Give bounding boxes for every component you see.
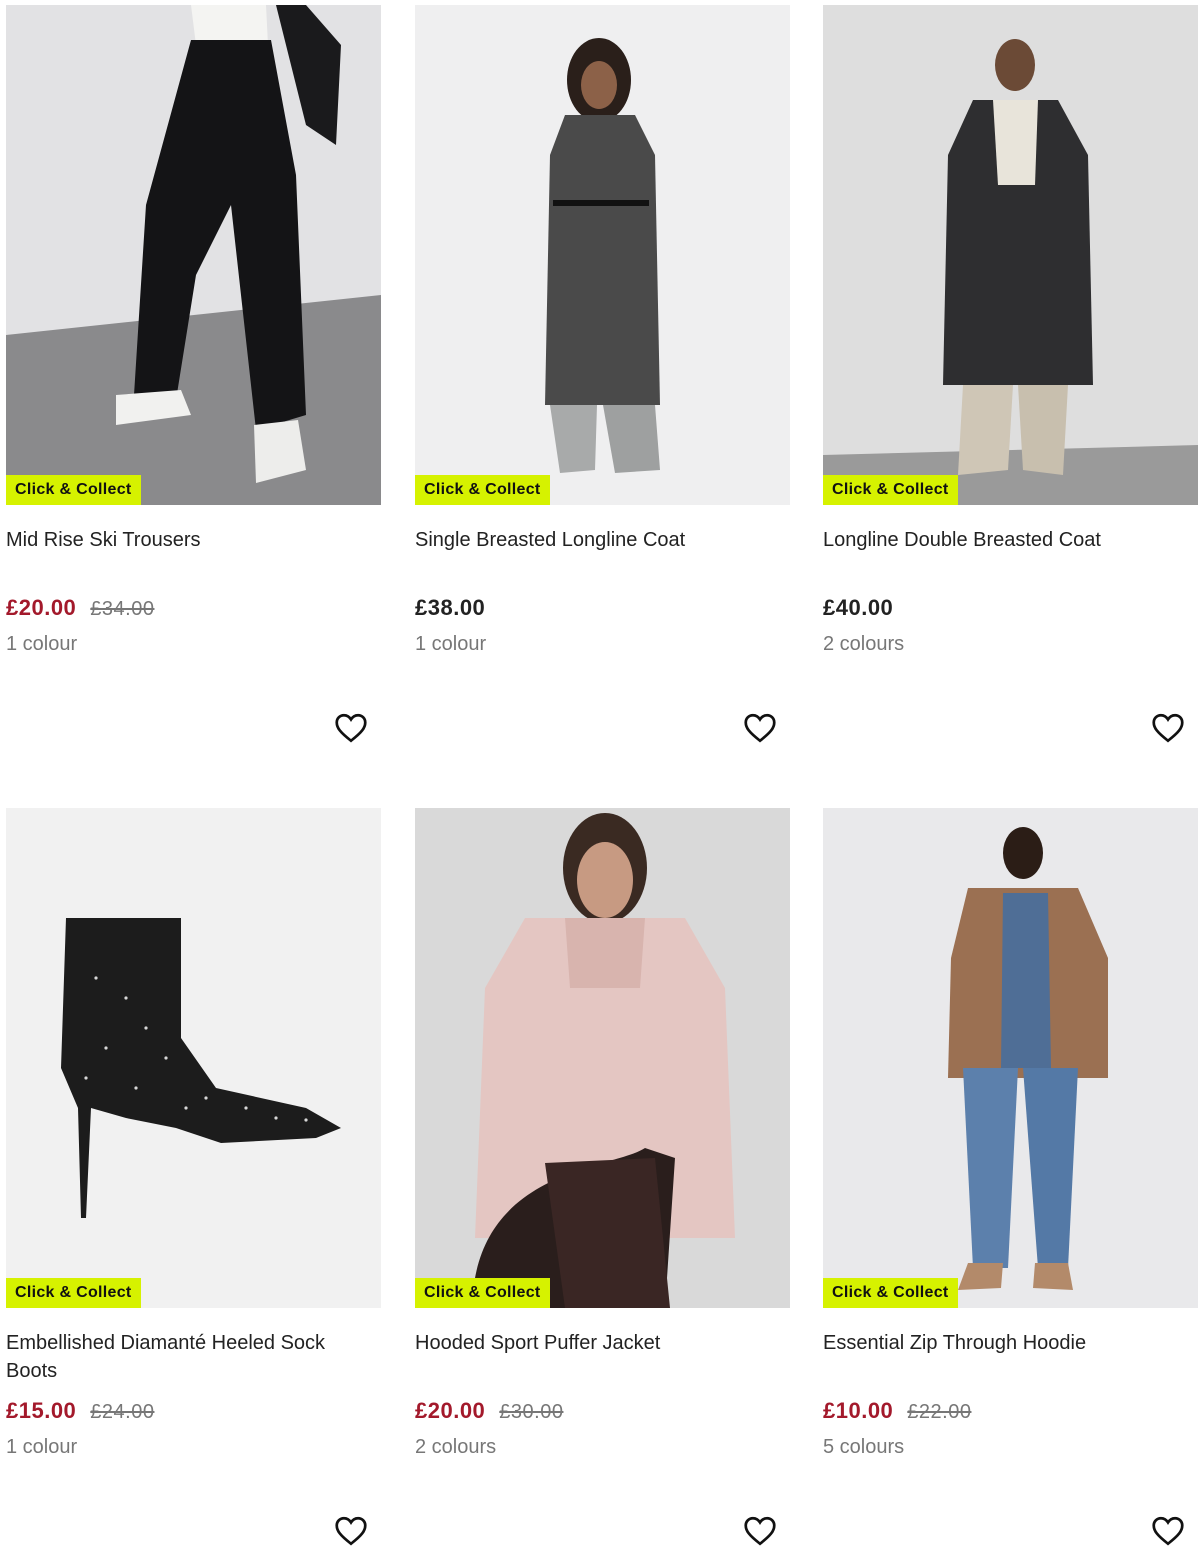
- heart-outline-icon: [744, 1516, 776, 1546]
- price-row: £38.00: [415, 595, 485, 625]
- favourite-button[interactable]: [742, 1513, 778, 1549]
- was-price: £22.00: [907, 1401, 972, 1423]
- click-collect-badge: Click & Collect: [415, 1278, 550, 1308]
- heart-outline-icon: [1152, 713, 1184, 743]
- product-title[interactable]: Longline Double Breasted Coat: [823, 526, 1183, 554]
- favourite-button[interactable]: [333, 710, 369, 746]
- click-collect-badge: Click & Collect: [823, 1278, 958, 1308]
- product-title[interactable]: Essential Zip Through Hoodie: [823, 1329, 1183, 1357]
- product-image[interactable]: Click & Collect: [823, 5, 1198, 505]
- colour-count: 2 colours: [415, 1436, 497, 1458]
- product-image[interactable]: Click & Collect: [823, 808, 1198, 1308]
- price-row: £20.00 £30.00: [415, 1398, 563, 1428]
- favourite-button[interactable]: [1150, 1513, 1186, 1549]
- product-grid: Click & Collect Mid Rise Ski Trousers £2…: [0, 0, 1200, 1550]
- heart-outline-icon: [744, 713, 776, 743]
- product-title[interactable]: Single Breasted Longline Coat: [415, 526, 775, 554]
- product-image[interactable]: Click & Collect: [415, 808, 790, 1308]
- click-collect-badge: Click & Collect: [415, 475, 550, 505]
- sale-price: £15.00: [6, 1398, 77, 1423]
- product-title[interactable]: Embellished Diamanté Heeled Sock Boots: [6, 1329, 366, 1385]
- favourite-button[interactable]: [742, 710, 778, 746]
- price: £38.00: [415, 595, 486, 620]
- colour-count: 2 colours: [823, 633, 905, 655]
- price: £40.00: [823, 595, 894, 620]
- heart-outline-icon: [1152, 1516, 1184, 1546]
- favourite-button[interactable]: [333, 1513, 369, 1549]
- product-title[interactable]: Hooded Sport Puffer Jacket: [415, 1329, 775, 1357]
- was-price: £30.00: [499, 1401, 564, 1423]
- price-row: £20.00 £34.00: [6, 595, 154, 625]
- sale-price: £20.00: [6, 595, 77, 620]
- colour-count: 1 colour: [6, 633, 78, 655]
- was-price: £24.00: [90, 1401, 155, 1423]
- favourite-button[interactable]: [1150, 710, 1186, 746]
- heart-outline-icon: [335, 1516, 367, 1546]
- colour-count: 5 colours: [823, 1436, 905, 1458]
- product-image[interactable]: Click & Collect: [6, 5, 381, 505]
- price-row: £15.00 £24.00: [6, 1398, 154, 1428]
- product-image[interactable]: Click & Collect: [6, 808, 381, 1308]
- click-collect-badge: Click & Collect: [823, 475, 958, 505]
- heart-outline-icon: [335, 713, 367, 743]
- sale-price: £10.00: [823, 1398, 894, 1423]
- colour-count: 1 colour: [6, 1436, 78, 1458]
- product-title[interactable]: Mid Rise Ski Trousers: [6, 526, 366, 554]
- click-collect-badge: Click & Collect: [6, 475, 141, 505]
- product-image[interactable]: Click & Collect: [415, 5, 790, 505]
- price-row: £40.00: [823, 595, 893, 625]
- sale-price: £20.00: [415, 1398, 486, 1423]
- price-row: £10.00 £22.00: [823, 1398, 971, 1428]
- click-collect-badge: Click & Collect: [6, 1278, 141, 1308]
- colour-count: 1 colour: [415, 633, 487, 655]
- was-price: £34.00: [90, 598, 155, 620]
